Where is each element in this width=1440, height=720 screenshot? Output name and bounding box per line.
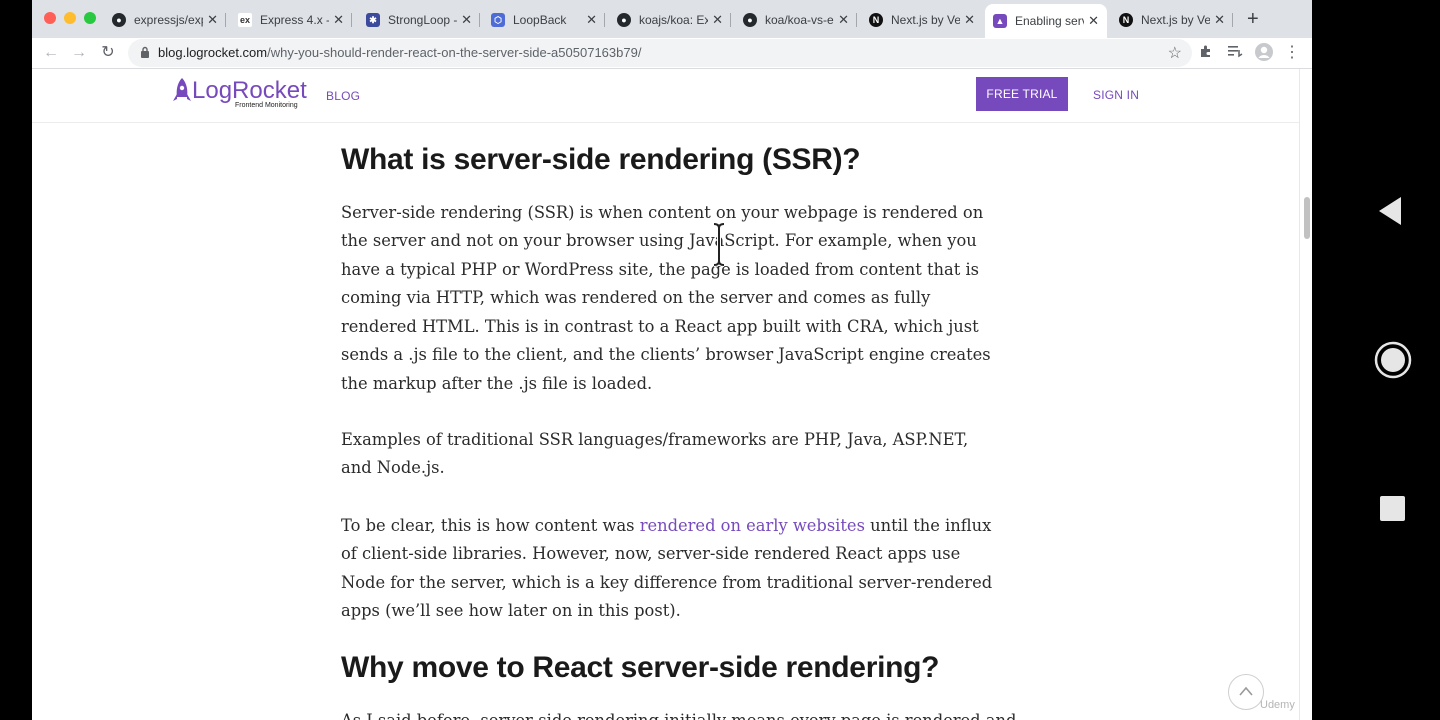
close-tab-icon[interactable]: ✕ [1088,13,1099,29]
github-icon: ● [617,13,631,27]
tab-strongloop[interactable]: ✱ StrongLoop - ✕ [358,7,480,33]
logo-wordmark: LogRocket [192,77,307,104]
paragraph-history-text: To be clear, this is how content was [341,516,640,535]
nextjs-icon: N [869,13,883,27]
section-heading-ssr: What is server-side rendering (SSR)? [341,143,861,176]
close-tab-icon[interactable]: ✕ [333,12,344,28]
text-cursor-icon [713,222,725,267]
close-tab-icon[interactable]: ✕ [586,12,597,28]
close-tab-icon[interactable]: ✕ [838,12,849,28]
page-scrollbar[interactable] [1299,69,1312,720]
site-header: LogRocket Frontend Monitoring BLOG FREE … [32,69,1299,123]
early-websites-link[interactable]: rendered on early websites [640,516,865,535]
free-trial-button[interactable]: FREE TRIAL [976,77,1068,111]
tab-title: Next.js by Ve [1141,13,1211,27]
logrocket-logo[interactable]: LogRocket Frontend Monitoring [172,75,307,111]
reload-icon[interactable]: ↻ [97,42,119,64]
rocket-logo-icon [173,78,191,101]
close-window-button[interactable] [44,12,56,24]
nav-blog-link[interactable]: BLOG [326,89,360,103]
browser-window: ● expressjs/exp ✕ ex Express 4.x - ✕ ✱ S… [32,0,1312,720]
back-arrow-icon[interactable]: ← [40,42,62,64]
close-tab-icon[interactable]: ✕ [1214,12,1225,28]
url-path: /why-you-should-render-react-on-the-serv… [267,45,642,60]
menu-kebab-icon[interactable]: ⋮ [1281,42,1303,64]
forward-arrow-icon[interactable]: → [68,42,90,64]
tab-loopback[interactable]: ⬡ LoopBack ✕ [483,7,605,33]
extensions-icon[interactable] [1195,42,1217,64]
maximize-window-button[interactable] [84,12,96,24]
paragraph-ssr-examples: Examples of traditional SSR languages/fr… [341,430,969,478]
tab-title: LoopBack [513,13,567,27]
tab-nextjs-2[interactable]: N Next.js by Ve ✕ [1111,7,1233,33]
sign-in-link[interactable]: SIGN IN [1093,88,1139,102]
close-tab-icon[interactable]: ✕ [712,12,723,28]
tab-strip: ● expressjs/exp ✕ ex Express 4.x - ✕ ✱ S… [32,0,1312,38]
tab-title: Enabling serv [1015,14,1085,28]
tab-title: StrongLoop - [388,13,458,27]
nextjs-icon: N [1119,13,1133,27]
url-host: blog.logrocket.com [158,45,268,60]
close-tab-icon[interactable]: ✕ [461,12,472,28]
scrollbar-thumb[interactable] [1304,197,1310,239]
profile-avatar-icon[interactable] [1253,42,1275,64]
close-tab-icon[interactable]: ✕ [207,12,218,28]
bookmark-star-icon[interactable]: ☆ [1168,43,1182,63]
tab-title: Next.js by Ve [891,13,961,27]
paragraph-history: To be clear, this is how content was ren… [341,512,1001,626]
page-viewport: LogRocket Frontend Monitoring BLOG FREE … [32,69,1299,720]
address-bar[interactable]: blog.logrocket.com/why-you-should-render… [128,39,1192,67]
url-text: blog.logrocket.com/why-you-should-render… [158,45,641,60]
github-icon: ● [112,13,126,27]
tab-koa-vs-express[interactable]: ● koa/koa-vs-e ✕ [735,7,857,33]
section-heading-why-ssr: Why move to React server-side rendering? [341,651,940,684]
minimize-window-button[interactable] [64,12,76,24]
tab-title: expressjs/exp [134,13,204,27]
udemy-watermark: Udemy [1260,699,1295,711]
tab-title: koajs/koa: Exp [639,13,709,27]
stop-icon[interactable] [1380,496,1405,521]
chevron-up-icon [1239,686,1253,696]
tab-nextjs-1[interactable]: N Next.js by Ve ✕ [861,7,983,33]
tab-koajs[interactable]: ● koajs/koa: Exp ✕ [609,7,731,33]
browser-toolbar: ← → ↻ blog.logrocket.com/why-you-should-… [32,38,1312,69]
express-icon: ex [238,13,252,27]
logo-tagline: Frontend Monitoring [235,102,298,109]
tab-title: koa/koa-vs-e [765,13,834,27]
paragraph-why-ssr: As I said before, server-side rendering … [341,707,1016,720]
scroll-to-top-button[interactable] [1228,674,1264,710]
reading-list-icon[interactable] [1224,42,1246,64]
play-back-icon[interactable] [1377,196,1403,226]
close-tab-icon[interactable]: ✕ [964,12,975,28]
tab-title: Express 4.x - [260,13,330,27]
github-icon: ● [743,13,757,27]
tab-enabling-ssr[interactable]: ▲ Enabling serv ✕ [985,4,1107,38]
strongloop-icon: ✱ [366,13,380,27]
paragraph-ssr-definition: Server-side rendering (SSR) is when cont… [341,203,991,393]
logrocket-icon: ▲ [993,14,1007,28]
tab-express-4x[interactable]: ex Express 4.x - ✕ [230,7,352,33]
loopback-icon: ⬡ [491,13,505,27]
record-icon[interactable] [1374,341,1412,379]
tab-expressjs[interactable]: ● expressjs/exp ✕ [104,7,226,33]
lock-icon [141,46,149,58]
new-tab-icon[interactable]: + [1247,9,1259,29]
